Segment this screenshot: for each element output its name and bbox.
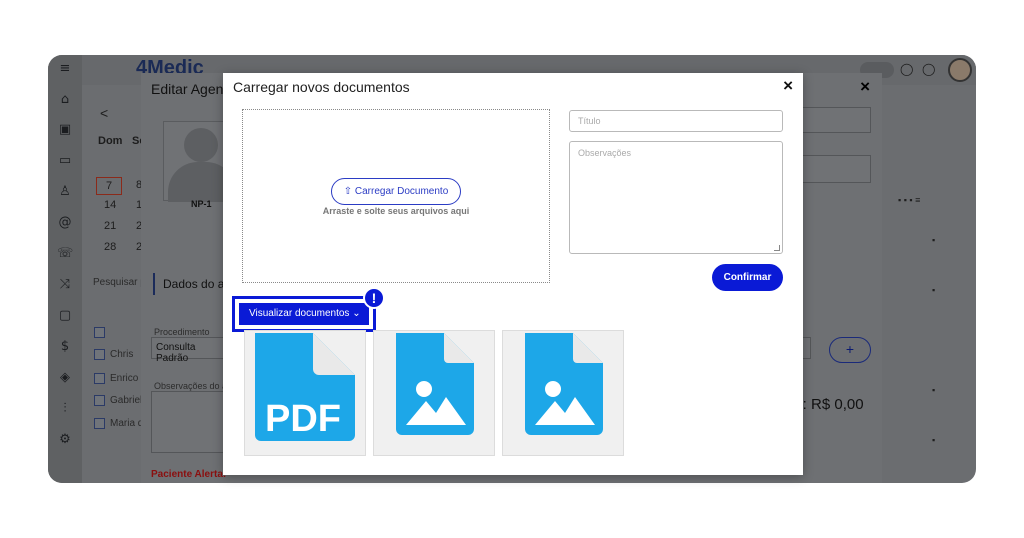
help-icon[interactable]: ◯ xyxy=(922,62,936,78)
at-icon[interactable]: @ xyxy=(57,215,73,231)
clipboard-icon[interactable]: ▢ xyxy=(57,308,73,324)
checkbox[interactable] xyxy=(94,373,105,384)
box-icon[interactable]: ◈ xyxy=(57,370,73,386)
patient-name: Chris xyxy=(110,349,134,360)
document-thumbnail[interactable] xyxy=(502,330,624,456)
view-documents-label: Visualizar documentos xyxy=(249,308,350,319)
file-dropzone[interactable]: ⇧ Carregar Documento Arraste e solte seu… xyxy=(242,109,550,283)
view-documents-button[interactable]: Visualizar documentos ⌄ xyxy=(239,303,369,325)
user-avatar[interactable] xyxy=(948,58,972,82)
calendar-day[interactable]: 14 xyxy=(104,199,116,211)
calendar-day[interactable]: 21 xyxy=(104,220,116,232)
back-arrow[interactable]: < xyxy=(100,105,108,121)
modal-title: Editar Agend xyxy=(151,81,232,97)
avatar-head xyxy=(184,128,218,162)
add-button[interactable]: + xyxy=(829,337,871,363)
resize-handle[interactable] xyxy=(774,245,780,251)
section-title: Dados do ag xyxy=(153,273,231,295)
shuffle-icon[interactable]: ⤨ xyxy=(57,277,73,293)
checkbox[interactable] xyxy=(94,395,105,406)
upload-icon: ⇧ xyxy=(343,186,355,197)
patient-name: Maria d xyxy=(110,418,144,429)
patient-name: Enrico xyxy=(110,373,139,384)
chat-icon[interactable]: ◯ xyxy=(900,62,914,78)
patient-alert-label: Paciente Alerta: xyxy=(151,469,227,480)
modal-title: Carregar novos documentos xyxy=(233,79,410,95)
pdf-file-icon: PDF xyxy=(255,333,355,441)
procedimento-field[interactable]: Consulta Padrão xyxy=(151,337,231,364)
menu-icon[interactable]: ≡ xyxy=(57,61,73,77)
home-icon[interactable]: ⌂ xyxy=(57,92,73,108)
patient-name: Gabriel xyxy=(110,395,143,406)
attention-badge: ! xyxy=(363,287,385,309)
upload-button-label: Carregar Documento xyxy=(354,186,449,197)
car-icon[interactable]: ▭ xyxy=(57,153,73,169)
calendar-icon[interactable]: ▣ xyxy=(57,122,73,138)
patient-number: NP-1 xyxy=(191,199,212,209)
lock-icon: ▪ xyxy=(932,385,936,395)
dollar-icon[interactable]: $ xyxy=(57,339,73,355)
checkbox[interactable] xyxy=(94,418,105,429)
title-input[interactable]: Título xyxy=(569,110,783,132)
chart-icon[interactable]: ⫶ xyxy=(57,401,73,417)
observations-textarea[interactable]: Observações xyxy=(569,141,783,254)
upload-documents-modal: Carregar novos documentos × ⇧ Carregar D… xyxy=(223,73,803,475)
lock-icon: ▪ xyxy=(932,435,936,445)
lock-icon: ▪ xyxy=(932,285,936,295)
confirm-button[interactable]: Confirmar xyxy=(712,264,783,291)
close-icon[interactable]: × xyxy=(783,76,793,96)
calendar-day[interactable]: 7 xyxy=(96,177,122,195)
image-file-icon xyxy=(525,333,603,435)
document-thumbnail[interactable] xyxy=(373,330,495,456)
lock-icon[interactable]: ▪ ▪ ▪ ≡ xyxy=(898,195,920,205)
gear-icon[interactable]: ⚙ xyxy=(57,432,73,448)
pdf-label: PDF xyxy=(265,398,341,440)
drag-drop-text: Arraste e solte seus arquivos aqui xyxy=(322,206,470,216)
observacoes-label: Observações do a xyxy=(154,381,228,391)
chevron-down-icon: ⌄ xyxy=(352,308,361,319)
calendar-day[interactable]: 28 xyxy=(104,241,116,253)
phone-icon[interactable]: ☏ xyxy=(57,246,73,262)
search-label: Pesquisar p xyxy=(93,277,146,288)
lock-icon: ▪ xyxy=(932,235,936,245)
checkbox[interactable] xyxy=(94,349,105,360)
sidebar: ≡ ⌂ ▣ ▭ ♙ @ ☏ ⤨ ▢ $ ◈ ⫶ ⚙ xyxy=(48,55,82,483)
observations-placeholder: Observações xyxy=(578,148,632,158)
user-icon[interactable]: ♙ xyxy=(57,184,73,200)
image-file-icon xyxy=(396,333,474,435)
procedimento-label: Procedimento xyxy=(154,327,210,337)
close-icon[interactable]: × xyxy=(860,77,870,97)
document-thumbnail[interactable]: PDF xyxy=(244,330,366,456)
checkbox[interactable] xyxy=(94,327,105,338)
highlight-frame: Visualizar documentos ⌄ xyxy=(232,296,376,332)
day-header: Dom xyxy=(98,135,123,147)
upload-document-button[interactable]: ⇧ Carregar Documento xyxy=(331,178,461,205)
observacoes-field[interactable] xyxy=(151,391,231,453)
